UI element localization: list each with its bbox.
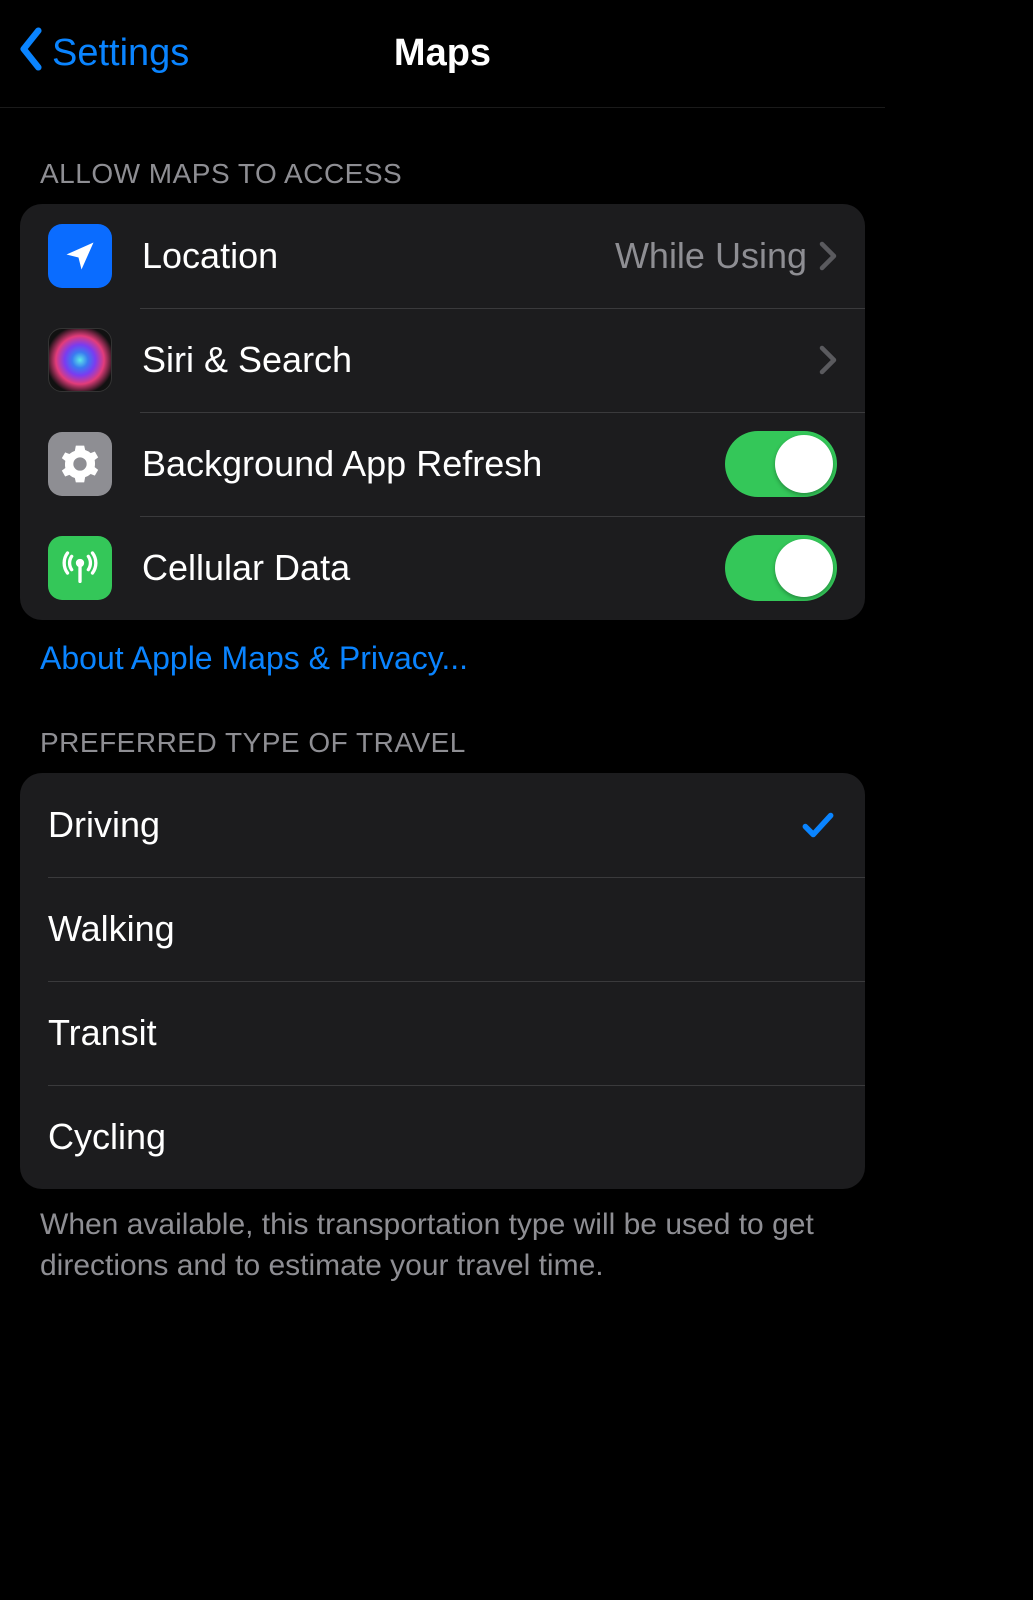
option-walking[interactable]: Walking	[20, 877, 865, 981]
row-location[interactable]: Location While Using	[20, 204, 865, 308]
nav-bar: Settings Maps	[0, 0, 885, 108]
location-icon	[48, 224, 112, 288]
row-label: Cellular Data	[142, 547, 725, 589]
row-siri-search[interactable]: Siri & Search	[20, 308, 865, 412]
chevron-right-icon	[819, 241, 837, 271]
row-value: While Using	[615, 235, 807, 277]
chevron-left-icon	[18, 27, 44, 81]
option-label: Transit	[48, 1012, 837, 1054]
row-cellular-data: Cellular Data	[20, 516, 865, 620]
toggle-background-refresh[interactable]	[725, 431, 837, 497]
toggle-cellular-data[interactable]	[725, 535, 837, 601]
antenna-icon	[48, 536, 112, 600]
group-travel: Driving Walking Transit Cycling	[20, 773, 865, 1189]
gear-icon	[48, 432, 112, 496]
group-access: Location While Using Siri & Search Backg…	[20, 204, 865, 620]
row-label: Background App Refresh	[142, 443, 725, 485]
row-label: Siri & Search	[142, 339, 819, 381]
section-footer-travel: When available, this transportation type…	[0, 1189, 885, 1286]
chevron-right-icon	[819, 345, 837, 375]
section-header-travel: PREFERRED TYPE OF TRAVEL	[0, 677, 885, 773]
siri-icon	[48, 328, 112, 392]
section-header-access: ALLOW MAPS TO ACCESS	[0, 108, 885, 204]
option-driving[interactable]: Driving	[20, 773, 865, 877]
option-cycling[interactable]: Cycling	[20, 1085, 865, 1189]
back-button[interactable]: Settings	[0, 27, 189, 81]
option-label: Driving	[48, 804, 799, 846]
back-label: Settings	[52, 32, 189, 75]
about-privacy-link[interactable]: About Apple Maps & Privacy...	[0, 620, 885, 677]
option-label: Walking	[48, 908, 837, 950]
checkmark-icon	[799, 806, 837, 844]
row-label: Location	[142, 235, 615, 277]
option-label: Cycling	[48, 1116, 837, 1158]
option-transit[interactable]: Transit	[20, 981, 865, 1085]
row-background-refresh: Background App Refresh	[20, 412, 865, 516]
